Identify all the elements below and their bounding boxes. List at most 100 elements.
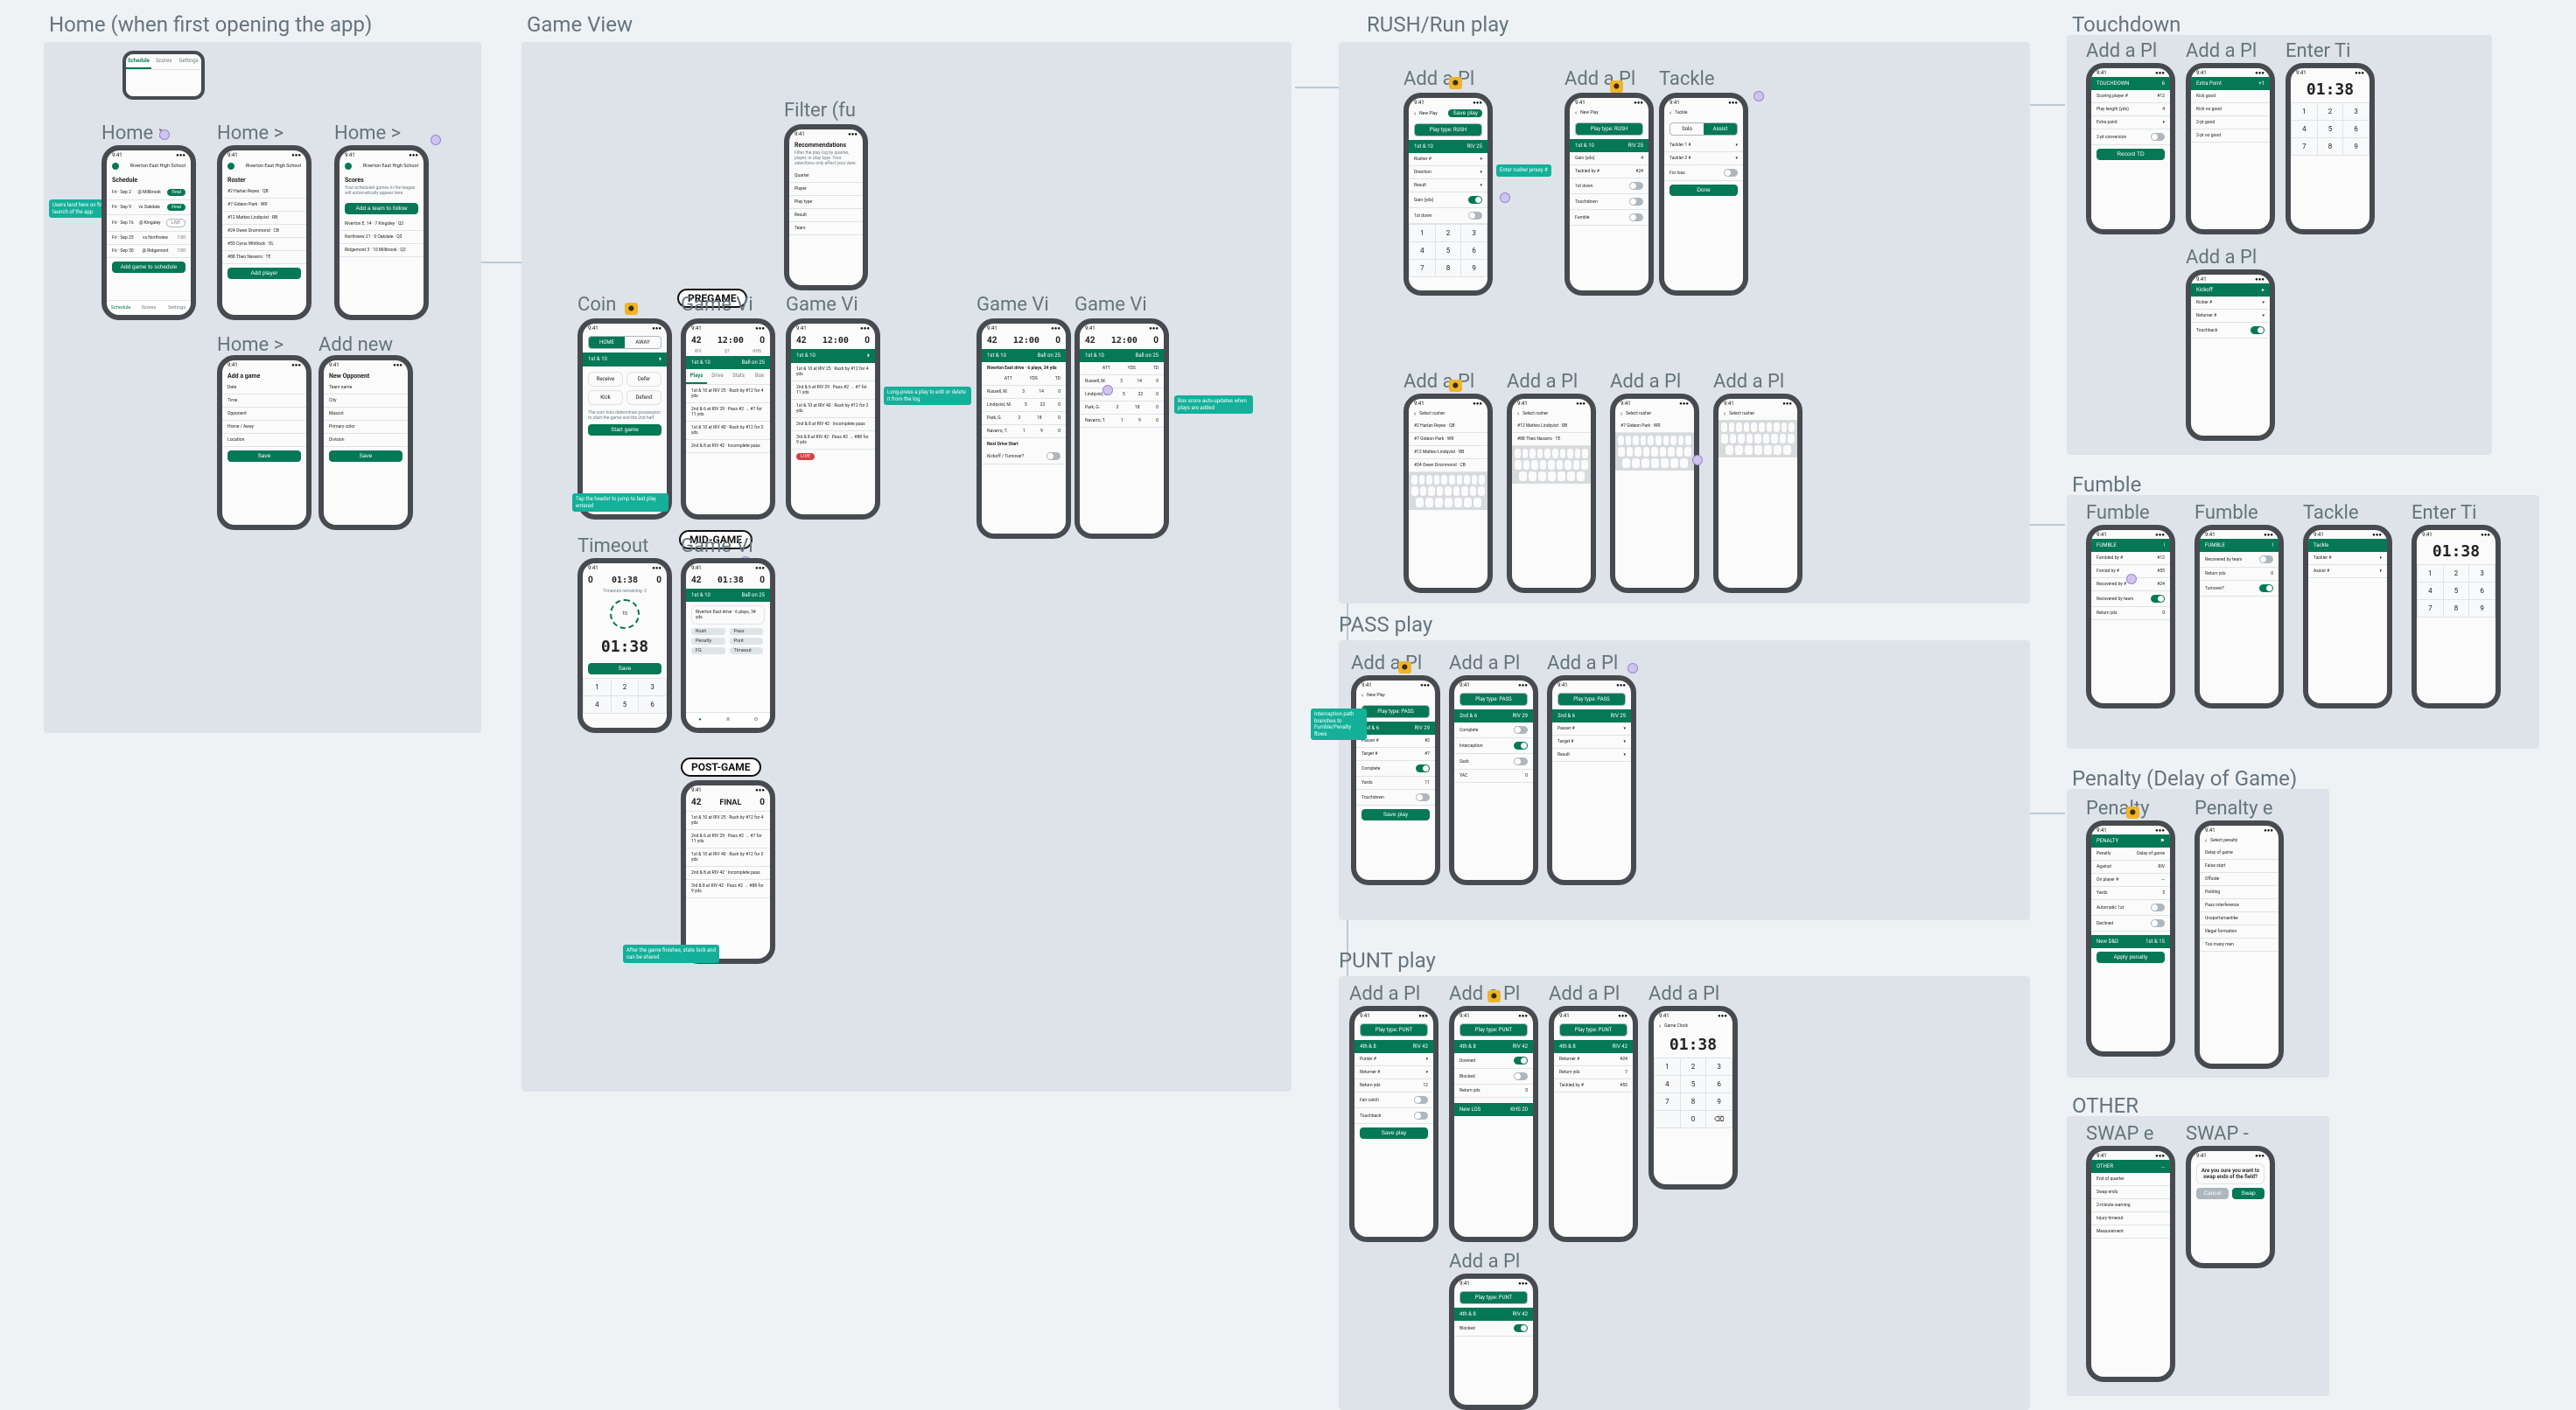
key[interactable]: 8 (2318, 138, 2343, 155)
device-fumble-tackle[interactable]: 9:41●●● Tackle Tackler #▾ Assist #▾ (2303, 525, 2392, 708)
form-field[interactable]: City (324, 394, 408, 408)
other-option[interactable]: Measurement (2091, 1225, 2170, 1239)
confirm-button[interactable]: Swap (2232, 1188, 2264, 1199)
device-midgame[interactable]: 9:41●●● 4201:380 1st & 10Ball on 25 Rive… (681, 558, 775, 733)
coin-choice[interactable]: Kick (588, 390, 623, 405)
qwerty-keyboard[interactable] (1512, 446, 1591, 484)
seg-home[interactable]: HOME (589, 337, 625, 348)
play-row[interactable]: 2nd & 8 at RIV 42 · Incomplete pass (686, 440, 770, 453)
mini-tab[interactable]: Scores (151, 54, 177, 69)
key[interactable]: 6 (1706, 1076, 1732, 1092)
play-type-chip[interactable]: FG (691, 647, 725, 654)
penalty-option[interactable]: Pass interference (2200, 899, 2278, 912)
device-home-schedule[interactable]: 9:41●●● Riverton East High School Schedu… (102, 145, 196, 320)
play-type-chip[interactable]: Timeout (730, 647, 764, 654)
play-row[interactable]: 2nd & 6 at RIV 29 · Pass #2 → #7 for 11 … (686, 403, 770, 422)
key[interactable]: 4 (2418, 583, 2443, 599)
device-pass-2[interactable]: 9:41●●● Play type: PASS 2nd & 6RIV 29 Co… (1449, 675, 1538, 885)
key[interactable]: 4 (1655, 1076, 1680, 1092)
box-row[interactable]: Lindqvist, M.5220 (1080, 388, 1164, 401)
play-row[interactable]: 2nd & 6 at RIV 29 · Pass #2 → #7 for 11 … (791, 381, 875, 400)
gv-tab[interactable]: Plays (686, 369, 707, 384)
device-rush-add-1[interactable]: 9:41●●● ‹New PlaySave play Play type: RU… (1404, 93, 1493, 296)
key[interactable]: 9 (1706, 1093, 1732, 1110)
form-field[interactable]: Location (222, 434, 306, 447)
save-button[interactable]: Save (329, 450, 402, 462)
qwerty-keyboard[interactable] (1615, 433, 1694, 471)
key[interactable]: 4 (2292, 121, 2317, 137)
toggle[interactable] (1468, 196, 1482, 204)
penalty-option[interactable]: Unsportsmanlike (2200, 912, 2278, 925)
key[interactable]: 1 (584, 679, 611, 695)
device-gameview-box[interactable]: 9:41●●● 4212:000 1st & 10Ball on 25 Rive… (976, 318, 1071, 539)
device-rush-tackle[interactable]: 9:41●●● ‹Tackle SoloAssist Tackler 1 #▾ … (1659, 93, 1748, 296)
key[interactable]: 0 (1681, 1111, 1706, 1127)
key[interactable]: 5 (2318, 121, 2343, 137)
other-option[interactable]: 2-minute warning (2091, 1199, 2170, 1212)
key[interactable]: 2 (1681, 1058, 1706, 1075)
form-field[interactable]: Primary color (324, 421, 408, 434)
gv-tab[interactable]: Stats (728, 369, 749, 384)
save-button[interactable]: Save (228, 450, 301, 462)
device-other-1[interactable]: 9:41●●● OTHER… End of quarter Swap ends … (2086, 1146, 2175, 1382)
save-play-button[interactable]: Save play (1360, 1127, 1428, 1139)
device-rush-add-2[interactable]: 9:41●●● ‹New Play Play type: RUSH 1st & … (1564, 93, 1654, 296)
device-punt-5[interactable]: 9:41●●● Play type: PUNT 4th & 8RIV 42 Bl… (1449, 1274, 1538, 1410)
save-button[interactable]: Save (588, 663, 662, 674)
device-punt-3[interactable]: 9:41●●● Play type: PUNT 4th & 8RIV 42 Re… (1549, 1006, 1638, 1242)
device-fumble-time[interactable]: 9:41●●● 01:38 123 456 789 (2412, 525, 2501, 708)
device-rush-kb-3[interactable]: 9:41●●● ‹Select rusher #7 Gideon Park · … (1610, 394, 1699, 593)
box-row[interactable]: Russell, M.3140 (982, 386, 1066, 399)
form-field[interactable]: Date (222, 381, 306, 394)
field[interactable]: Result▾ (1409, 179, 1488, 192)
timeout-circle[interactable]: TO (610, 599, 640, 629)
mini-tab[interactable]: Schedule (126, 54, 151, 69)
device-td-1[interactable]: 9:41●●● TOUCHDOWN6 Scoring player ##12 P… (2086, 63, 2175, 234)
schedule-row[interactable]: Fri · Sep 2@ MillbrookFinal (107, 185, 191, 200)
bottom-nav-item[interactable]: Scores (135, 301, 163, 315)
play-row[interactable]: 1st & 10 at RIV 40 · Rush by #12 for 2 y… (686, 422, 770, 440)
play-row[interactable]: 1st & 10 at RIV 25 · Rush by #12 for 4 y… (791, 363, 875, 381)
key[interactable]: 6 (2469, 583, 2495, 599)
key[interactable]: 3 (2343, 103, 2369, 120)
xp-option[interactable]: 2-pt good (2191, 116, 2270, 129)
roster-row[interactable]: #24 Owen Drummond · CB (222, 225, 306, 238)
device-td-2[interactable]: 9:41●●● Extra Point+1 Kick good Kick no … (2186, 63, 2275, 234)
roster-row[interactable]: #7 Gideon Park · WR (222, 199, 306, 212)
device-td-3[interactable]: 9:41●●● Kickoff▸ Kicker #▾ Returner #▾ T… (2186, 269, 2275, 441)
key[interactable]: 3 (1461, 225, 1487, 241)
coin-choice[interactable]: Receive (588, 372, 623, 387)
key[interactable]: 1 (2418, 565, 2443, 582)
device-gameview-1[interactable]: 9:41●●● 4212:000 RIVQ1KHS 1st & 10Ball o… (681, 318, 775, 520)
qwerty-keyboard[interactable] (1409, 472, 1488, 510)
roster-row[interactable]: #55 Cyrus Whitlock · OL (222, 238, 306, 251)
key[interactable]: 7 (2418, 600, 2443, 617)
field[interactable]: Rusher #▾ (1409, 153, 1488, 166)
field[interactable]: Direction▾ (1409, 166, 1488, 179)
gv-tab[interactable]: Box (749, 369, 770, 384)
mini-tab[interactable]: Settings (176, 54, 201, 69)
device-fumble-1[interactable]: 9:41●●● FUMBLE! Fumbled by ##12 Forced b… (2086, 525, 2175, 708)
schedule-row[interactable]: Fri · Sep 16@ KingsleyLIVE (107, 215, 191, 232)
coin-choice[interactable]: Defend (626, 390, 662, 405)
key[interactable]: 7 (2292, 138, 2317, 155)
schedule-row[interactable]: Fri · Sep 30@ Ridgemont7:00 (107, 245, 191, 258)
key[interactable]: 5 (1436, 242, 1461, 259)
start-game-button[interactable]: Start game (588, 424, 662, 436)
key[interactable]: 3 (2469, 565, 2495, 582)
device-punt-time[interactable]: 9:41●●● ‹Game Clock 01:38 123 456 789 0⌫ (1648, 1006, 1738, 1190)
form-field[interactable]: Home / Away (222, 421, 306, 434)
key[interactable]: 6 (1461, 242, 1487, 259)
filter-item[interactable]: Play type (789, 196, 863, 209)
bottom-nav-item[interactable]: Settings (163, 301, 191, 315)
key[interactable]: 3 (1706, 1058, 1732, 1075)
device-gameview-box-2[interactable]: 9:41●●● 4212:000 1st & 10Ball on 25 ATTY… (1074, 318, 1169, 539)
score-row[interactable]: Northview 21 · 0 Oakdale · Q3 (340, 231, 424, 244)
key[interactable]: 2 (612, 679, 639, 695)
filter-item[interactable]: Team (789, 222, 863, 235)
add-player-button[interactable]: Add player (228, 268, 301, 279)
device-punt-2[interactable]: 9:41●●● Play type: PUNT 4th & 8RIV 42 Do… (1449, 1006, 1538, 1242)
device-coin-toss[interactable]: 9:41●●● HOMEAWAY 1st & 10⏵ Receive Defer… (578, 318, 672, 520)
device-pass-1[interactable]: 9:41●●● ‹New Play Play type: PASS 2nd & … (1351, 675, 1440, 885)
device-home-scores[interactable]: 9:41●●● Riverton East High School Scores… (334, 145, 429, 320)
